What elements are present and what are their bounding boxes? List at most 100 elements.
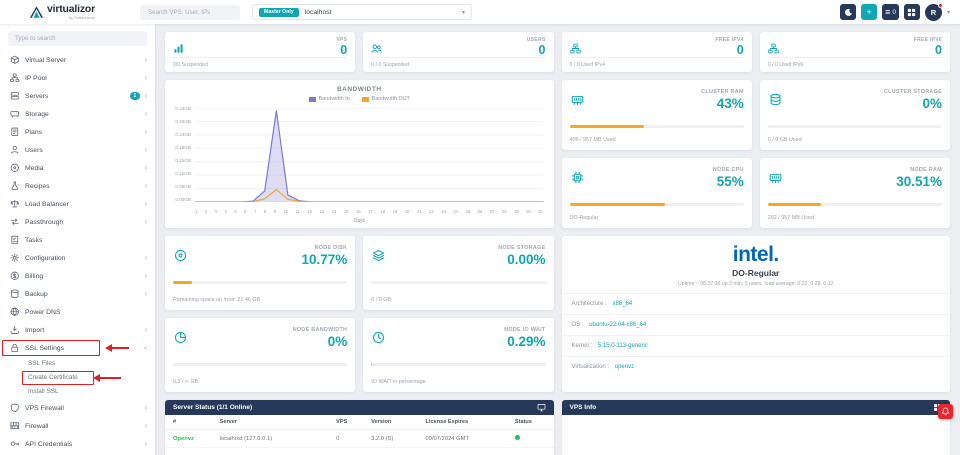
node-info-rows: Architecture : x86_64 OS : ubuntu-22.04-… <box>562 293 951 377</box>
notification-bell-button[interactable] <box>938 404 953 419</box>
bandwidth-chart-card: BANDWIDTH Bandwidth In Bandwidth OUT 0.3… <box>165 80 554 228</box>
node-cpu-card: NODE CPU 55% DO-Regular <box>562 158 752 228</box>
header-actions: +≡0R ▾ <box>840 4 960 21</box>
sidebar-item-media[interactable]: Media › <box>0 159 155 177</box>
node-info-value: openvz <box>615 364 634 370</box>
node-info-card: intel. DO-Regular Uptime :: 06:37:36 up … <box>562 236 951 392</box>
logo-wordmark: virtualizor <box>47 4 95 15</box>
sidebar-item-plans[interactable]: Plans › <box>0 123 155 141</box>
card-label: NODE IO WAIT <box>504 327 545 333</box>
server-selector[interactable]: Master Only localhost ▾ <box>252 4 472 20</box>
monitor-icon[interactable] <box>537 403 546 412</box>
sidebar-item-passthrough[interactable]: Passthrough › <box>0 213 155 231</box>
chart-y-axis-labels: 0.34GB0.29GB0.24GB0.19GB0.15GB0.10GB0.05… <box>169 107 191 203</box>
progress-bar <box>173 363 347 366</box>
panel-title: VPS Info <box>570 404 928 411</box>
progress-bar <box>570 125 744 128</box>
sidebar-item-power-dns[interactable]: Power DNS <box>0 303 155 321</box>
virtualizor-logo[interactable]: virtualizor by Softaculous <box>0 4 130 21</box>
sidebar-item-vps-firewall[interactable]: VPS Firewall › <box>0 399 155 417</box>
sidebar-item-storage[interactable]: Storage › <box>0 105 155 123</box>
user-avatar[interactable]: R <box>925 4 942 21</box>
sidebar-item-label: Firewall <box>25 423 144 430</box>
sidebar-item-backup[interactable]: Backup › <box>0 285 155 303</box>
sidebar-item-virtual-server[interactable]: Virtual Server › <box>0 51 155 69</box>
backup-icon <box>10 289 25 299</box>
card-value: 0.29% <box>507 334 545 349</box>
selected-server-label: localhost <box>305 9 456 16</box>
sidebar-search-input[interactable] <box>8 31 147 46</box>
card-footer: 0 / 0 Used IPv6 <box>768 62 803 68</box>
vps-info-header: VPS Info <box>562 400 951 415</box>
sidebar-item-label: SSL Settings <box>25 345 144 352</box>
sidebar-item-users[interactable]: Users › <box>0 141 155 159</box>
col-header: Server <box>212 415 329 430</box>
dark-mode-button[interactable] <box>840 4 856 20</box>
node-storage-card: NODE STORAGE 0.00% 0 / 0 GB <box>363 236 553 310</box>
lock-icon <box>10 343 25 353</box>
progress-bar <box>570 57 744 58</box>
progress-bar <box>173 57 347 58</box>
sidebar-item-tasks[interactable]: Tasks <box>0 231 155 249</box>
cluster-storage-card: CLUSTER STORAGE 0% 0 / 0 GB Used <box>760 80 950 150</box>
node-info-label: Kernel : <box>572 343 593 349</box>
sidebar-item-servers[interactable]: Servers 1› <box>0 87 155 105</box>
node-info-label: OS : <box>572 322 584 328</box>
card-value: 0% <box>922 96 942 111</box>
node-info-value: 5.15.0-113-generic <box>598 343 648 349</box>
layers-icon <box>372 249 385 267</box>
chart-legend: Bandwidth In Bandwidth OUT <box>165 96 554 102</box>
card-footer: 0/0 Suspended <box>173 62 208 68</box>
flask-icon <box>10 181 25 191</box>
billing-icon <box>10 271 25 281</box>
sidebar-item-api-credentials[interactable]: API Credentials › <box>0 435 155 453</box>
sidebar-item-label: Media <box>25 165 144 172</box>
notification-dot <box>938 3 943 8</box>
chart-x-axis-labels: 1234567891011121314151617181920212223242… <box>195 209 544 214</box>
sidebar-item-ip-pool[interactable]: IP Pool › <box>0 69 155 87</box>
sidebar-item-recipes[interactable]: Recipes › <box>0 177 155 195</box>
chevron-right-icon: › <box>144 164 147 172</box>
chevron-right-icon: › <box>144 440 147 448</box>
col-header: # <box>165 415 212 430</box>
ram-icon <box>769 171 782 189</box>
calculator-button[interactable] <box>904 4 920 20</box>
sidebar-subitem-create-certificate[interactable]: Create Certificate <box>0 371 155 385</box>
intel-logo: intel. <box>562 244 951 265</box>
annotation-box <box>22 371 94 385</box>
chevron-right-icon: › <box>144 110 147 118</box>
master-only-badge: Master Only <box>259 8 299 17</box>
sidebar-item-load-balancer[interactable]: Load Balancer › <box>0 195 155 213</box>
task-queue-button[interactable]: ≡0 <box>882 4 899 20</box>
hdd-icon <box>10 109 25 119</box>
node-info-value: x86_64 <box>613 301 633 307</box>
count-label: 0 <box>892 9 896 16</box>
chevron-right-icon: › <box>144 92 147 100</box>
card-value: 0 <box>737 43 744 57</box>
card-footer: DO-Regular <box>570 215 599 221</box>
balance-icon <box>10 199 25 209</box>
sidebar-item-label: Tasks <box>25 237 147 244</box>
server-row[interactable]: Openvz localhost (127.0.0.1) 0 3.2.0 (S)… <box>165 430 554 448</box>
servers-icon <box>10 91 25 101</box>
chevron-right-icon: › <box>144 56 147 64</box>
sidebar-item-firewall[interactable]: Firewall › <box>0 417 155 435</box>
chart-x-axis-title: Days <box>165 218 554 224</box>
create-button[interactable]: + <box>861 4 877 20</box>
wall-icon <box>10 421 25 431</box>
sidebar-item-billing[interactable]: Billing › <box>0 267 155 285</box>
sidebar-subitem-ssl-files[interactable]: SSL Files <box>0 357 155 371</box>
sidebar-item-label: Storage <box>25 111 144 118</box>
sidebar-item-import[interactable]: Import › <box>0 321 155 339</box>
users-card: USERS 0 0 / 0 Suspended <box>363 32 553 72</box>
ram-icon <box>571 93 584 111</box>
sidebar-item-ssl-settings[interactable]: SSL Settings › <box>0 339 155 357</box>
sidebar-item-label: Users <box>25 147 144 154</box>
col-header: VPS <box>328 415 363 430</box>
db-icon <box>769 93 782 111</box>
sidebar-item-configuration[interactable]: Configuration › <box>0 249 155 267</box>
sidebar-subitem-install-ssl[interactable]: Install SSL <box>0 385 155 399</box>
gear-icon <box>10 253 25 263</box>
node-ram-card: NODE RAM 30.51% 292 / 957 MB Used <box>760 158 950 228</box>
global-search-input[interactable] <box>140 5 240 20</box>
